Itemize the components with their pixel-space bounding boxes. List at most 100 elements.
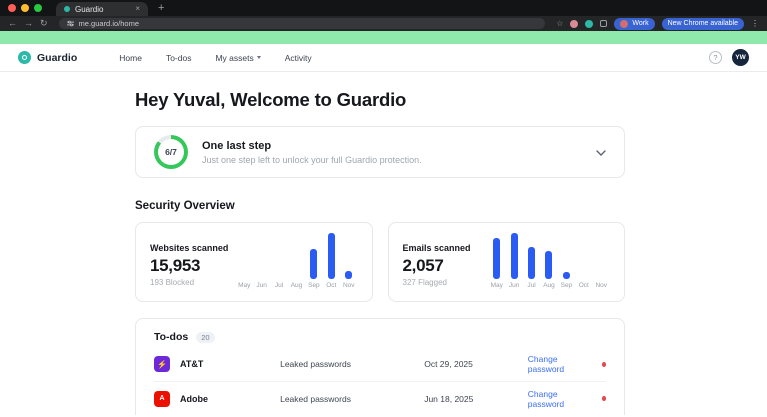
green-ribbon bbox=[0, 31, 767, 44]
websites-stat: Websites scanned 15,953 193 Blocked bbox=[150, 235, 228, 289]
tick-label: Nov bbox=[343, 282, 355, 289]
bookmark-star-icon[interactable]: ☆ bbox=[556, 19, 563, 28]
stat-subtitle: 193 Blocked bbox=[150, 278, 228, 287]
browser-toolbar: ← → ↻ me.guard.io/home ☆ Work New Chrome… bbox=[0, 16, 767, 31]
extension-icon[interactable] bbox=[570, 20, 578, 28]
window-controls bbox=[8, 4, 42, 12]
stat-value: 15,953 bbox=[150, 256, 228, 276]
stats-row: Websites scanned 15,953 193 Blocked May … bbox=[135, 222, 625, 302]
window-close-button[interactable] bbox=[8, 4, 16, 12]
nav-item-todos[interactable]: To-dos bbox=[166, 53, 192, 63]
progress-ring: 6/7 bbox=[154, 135, 188, 169]
nav-item-activity[interactable]: Activity bbox=[285, 53, 312, 63]
tab-title: Guardio bbox=[75, 5, 130, 14]
bar bbox=[528, 247, 535, 279]
chevron-down-icon bbox=[257, 56, 261, 59]
forward-icon[interactable]: → bbox=[24, 19, 33, 28]
emails-scanned-card[interactable]: Emails scanned 2,057 327 Flagged May Jun… bbox=[388, 222, 626, 302]
tab-favicon bbox=[64, 6, 70, 12]
onboarding-card[interactable]: 6/7 One last step Just one step left to … bbox=[135, 126, 625, 178]
stat-value: 2,057 bbox=[403, 256, 471, 276]
user-avatar[interactable]: YW bbox=[732, 49, 749, 66]
nav-item-my-assets[interactable]: My assets bbox=[215, 53, 260, 63]
back-icon[interactable]: ← bbox=[8, 19, 17, 28]
todo-issue: Leaked passwords bbox=[280, 394, 424, 404]
window-minimize-button[interactable] bbox=[21, 4, 29, 12]
browser-tabstrip: Guardio × + bbox=[0, 0, 767, 16]
browser-menu-icon[interactable]: ⋮ bbox=[751, 19, 759, 28]
bar bbox=[310, 249, 317, 279]
tick-label: Jul bbox=[275, 282, 283, 289]
page-title: Hey Yuval, Welcome to Guardio bbox=[135, 89, 625, 111]
tick-label: May bbox=[238, 282, 250, 289]
nav-item-home[interactable]: Home bbox=[119, 53, 142, 63]
todos-card: To-dos 20 ⚡ AT&T Leaked passwords Oct 29… bbox=[135, 318, 625, 415]
new-tab-button[interactable]: + bbox=[158, 2, 164, 14]
stat-label: Emails scanned bbox=[403, 243, 471, 253]
bar bbox=[563, 272, 570, 279]
extensions-icon[interactable] bbox=[600, 20, 607, 27]
brand-name[interactable]: Guardio bbox=[37, 52, 77, 64]
chevron-down-icon[interactable] bbox=[596, 143, 606, 161]
chrome-update-button[interactable]: New Chrome available bbox=[662, 18, 744, 30]
onboarding-title: One last step bbox=[202, 140, 422, 152]
bar bbox=[511, 233, 518, 279]
adobe-logo-icon: A bbox=[154, 391, 170, 407]
change-password-link[interactable]: Change password bbox=[528, 354, 590, 374]
change-password-link[interactable]: Change password bbox=[528, 389, 590, 409]
bar bbox=[493, 238, 500, 279]
bar bbox=[328, 233, 335, 279]
todo-date: Jun 18, 2025 bbox=[424, 394, 528, 404]
tick-label: Sep bbox=[308, 282, 320, 289]
todo-brand: Adobe bbox=[180, 394, 208, 404]
section-title: Security Overview bbox=[135, 200, 625, 212]
todo-date: Oct 29, 2025 bbox=[424, 359, 528, 369]
att-logo-icon: ⚡ bbox=[154, 356, 170, 372]
stat-subtitle: 327 Flagged bbox=[403, 278, 471, 287]
site-navbar: Guardio Home To-dos My assets Activity ?… bbox=[0, 44, 767, 72]
todos-title: To-dos bbox=[154, 331, 188, 343]
todos-count-badge: 20 bbox=[196, 332, 214, 343]
tick-label: Oct bbox=[326, 282, 336, 289]
tick-label: Oct bbox=[579, 282, 589, 289]
tick-label: Aug bbox=[543, 282, 555, 289]
todo-issue: Leaked passwords bbox=[280, 359, 424, 369]
tick-label: Nov bbox=[595, 282, 607, 289]
tick-label: May bbox=[491, 282, 503, 289]
websites-bar-chart: May Jun Jul Aug Sep Oct Nov bbox=[236, 233, 358, 289]
reload-icon[interactable]: ↻ bbox=[40, 19, 48, 28]
emails-stat: Emails scanned 2,057 327 Flagged bbox=[403, 235, 471, 289]
tab-close-icon[interactable]: × bbox=[135, 5, 140, 13]
tick-label: Sep bbox=[561, 282, 573, 289]
browser-tab-guardio[interactable]: Guardio × bbox=[56, 2, 148, 16]
tick-label: Jul bbox=[527, 282, 535, 289]
guardio-extension-icon[interactable] bbox=[585, 20, 593, 28]
alert-dot-icon bbox=[602, 396, 607, 401]
address-bar[interactable]: me.guard.io/home bbox=[59, 18, 546, 29]
window-maximize-button[interactable] bbox=[34, 4, 42, 12]
nav-links: Home To-dos My assets Activity bbox=[119, 53, 311, 63]
emails-bar-chart: May Jun Jul Aug Sep Oct Nov bbox=[488, 233, 610, 289]
main-content: Hey Yuval, Welcome to Guardio 6/7 One la… bbox=[135, 89, 625, 415]
alert-dot-icon bbox=[602, 362, 607, 367]
url-text: me.guard.io/home bbox=[79, 19, 139, 28]
table-row[interactable]: A Adobe Leaked passwords Jun 18, 2025 Ch… bbox=[154, 381, 606, 415]
stat-label: Websites scanned bbox=[150, 243, 228, 253]
progress-fraction: 6/7 bbox=[158, 139, 184, 165]
tick-label: Jun bbox=[509, 282, 519, 289]
todos-header: To-dos 20 bbox=[154, 331, 606, 343]
tick-label: Aug bbox=[291, 282, 303, 289]
site-settings-icon[interactable] bbox=[67, 20, 74, 27]
profile-label: Work bbox=[632, 20, 648, 27]
todo-brand: AT&T bbox=[180, 359, 203, 369]
guardio-logo-icon[interactable] bbox=[18, 51, 31, 64]
onboarding-subtitle: Just one step left to unlock your full G… bbox=[202, 155, 422, 165]
help-icon[interactable]: ? bbox=[709, 51, 722, 64]
websites-scanned-card[interactable]: Websites scanned 15,953 193 Blocked May … bbox=[135, 222, 373, 302]
update-label: New Chrome available bbox=[668, 20, 738, 27]
bar bbox=[345, 271, 352, 279]
bar bbox=[545, 251, 552, 279]
profile-chip[interactable]: Work bbox=[614, 18, 654, 30]
table-row[interactable]: ⚡ AT&T Leaked passwords Oct 29, 2025 Cha… bbox=[154, 347, 606, 381]
profile-avatar bbox=[620, 20, 628, 28]
